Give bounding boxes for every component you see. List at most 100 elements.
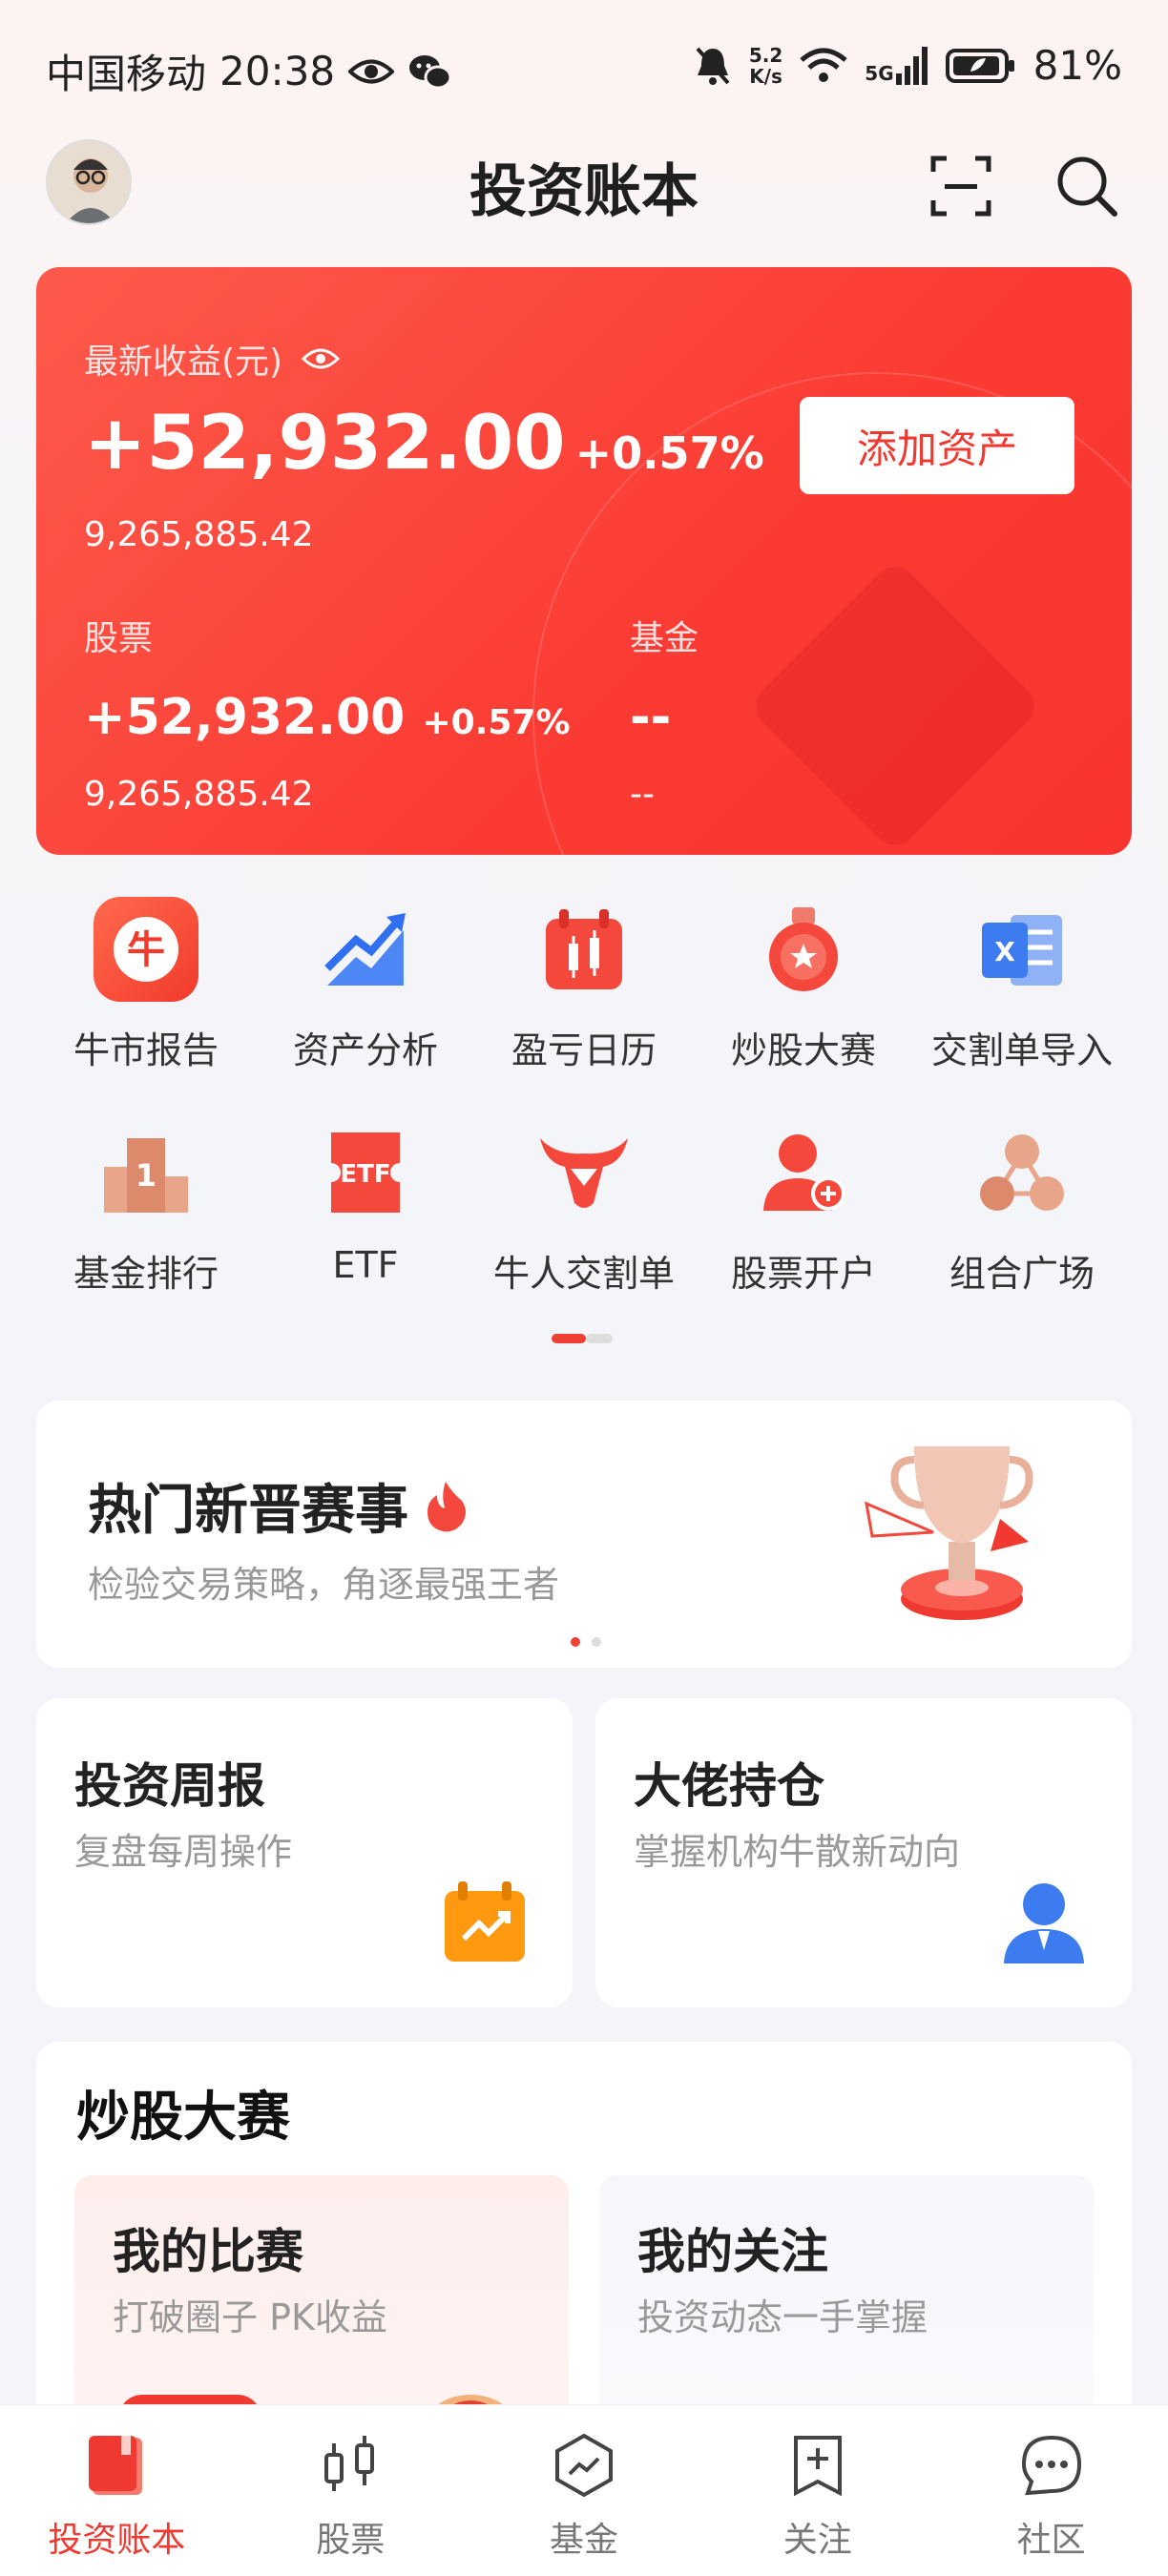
candlestick-icon: [324, 2436, 375, 2491]
card-subtitle: 掌握机构牛散新动向: [634, 1831, 961, 1873]
nav-funds[interactable]: 基金: [468, 2405, 701, 2576]
shortcut-label: 基金排行: [73, 1253, 219, 1295]
bull-head-icon: [532, 1120, 636, 1225]
shortcut-portfolio-plaza[interactable]: 组合广场: [912, 1120, 1132, 1297]
card-subtitle: 复盘每周操作: [74, 1831, 293, 1873]
net-speed-unit: K/s: [749, 64, 782, 88]
shortcut-bull-report[interactable]: 牛 牛市报告: [36, 897, 256, 1073]
card-title: 我的比赛: [113, 2224, 303, 2279]
ledger-book-icon: [89, 2436, 143, 2495]
page-dot: [592, 1637, 601, 1647]
status-bar: 中国移动 20:38 5.2 K/s 5G 81%: [0, 0, 1168, 134]
weekly-report-card[interactable]: 投资周报 复盘每周操作: [36, 1698, 573, 2007]
banner-page-indicator: [571, 1637, 601, 1647]
card-title: 大佬持仓: [634, 1758, 824, 1814]
shortcut-contest[interactable]: 炒股大赛: [694, 897, 913, 1073]
total-profit-value: +52,932.00: [84, 401, 566, 487]
shortcut-label: 牛人交割单: [492, 1253, 675, 1295]
funds-profit: --: [630, 689, 672, 746]
shortcut-asset-analysis[interactable]: 资产分析: [256, 897, 475, 1073]
page-dot-active: [552, 1334, 586, 1343]
nav-label: 投资账本: [48, 2521, 186, 2560]
shortcut-label: 股票开户: [730, 1253, 876, 1295]
shortcut-label: 资产分析: [292, 1029, 438, 1071]
shortcut-fund-ranking[interactable]: 1 基金排行: [36, 1120, 256, 1297]
clock: 20:38: [219, 48, 336, 94]
shortcut-label: 盈亏日历: [511, 1029, 657, 1071]
net-speed-value: 5.2: [748, 43, 783, 67]
bottom-nav: 投资账本 股票 基金 关注 社区: [0, 2404, 1168, 2576]
nav-stocks[interactable]: 股票: [234, 2405, 468, 2576]
open-account-icon: [751, 1120, 856, 1225]
profit-label-row: 最新收益(元): [84, 334, 341, 384]
asset-summary-card[interactable]: 最新收益(元) +52,932.00 +0.57% 9,265,885.42 添加…: [36, 267, 1132, 855]
section-title: 炒股大赛: [76, 2087, 290, 2149]
shortcut-profit-calendar[interactable]: 盈亏日历: [474, 897, 694, 1073]
bull-report-icon: 牛: [94, 897, 198, 1002]
stocks-assets: 9,265,885.42: [84, 775, 314, 814]
search-icon[interactable]: [1053, 153, 1120, 219]
shortcut-etf[interactable]: ETF ETF: [256, 1120, 475, 1286]
fund-ranking-icon: 1: [94, 1120, 198, 1225]
wechat-icon: [409, 54, 452, 89]
add-asset-button[interactable]: 添加资产: [800, 397, 1074, 494]
grid-page-indicator: [552, 1334, 613, 1343]
shortcut-bull-trades[interactable]: 牛人交割单: [474, 1120, 694, 1297]
portfolio-plaza-icon: [970, 1120, 1074, 1225]
shortcut-excel-import[interactable]: X 交割单导入: [912, 897, 1132, 1073]
card-subtitle: 投资动态一手掌握: [637, 2296, 928, 2338]
shortcut-label: ETF: [332, 1244, 399, 1286]
status-right: 5.2 K/s 5G 81%: [694, 42, 1122, 89]
banner-title-row: 热门新晋赛事: [88, 1467, 468, 1545]
nav-label: 社区: [1016, 2521, 1086, 2560]
hot-contest-banner[interactable]: 热门新晋赛事 检验交易策略，角逐最强王者: [36, 1401, 1132, 1668]
weekly-report-icon: [445, 1881, 525, 1962]
network-type: 5G: [865, 61, 894, 85]
investor-person-icon: [1004, 1883, 1084, 1963]
nav-invest-ledger[interactable]: 投资账本: [0, 2405, 234, 2576]
battery-level: 81%: [1032, 42, 1122, 89]
shortcut-label: 牛市报告: [73, 1029, 219, 1071]
stocks-profit-value: +52,932.00: [84, 689, 406, 746]
funds-assets: --: [630, 775, 655, 814]
scan-icon[interactable]: [928, 153, 994, 219]
card-subtitle: 打破圈子 PK收益: [113, 2296, 387, 2338]
svg-text:X: X: [994, 936, 1015, 967]
signal-bars-icon: [895, 46, 928, 85]
funds-label: 基金: [630, 619, 699, 658]
shortcut-open-account[interactable]: 股票开户: [694, 1120, 913, 1297]
svg-text:ETF: ETF: [340, 1160, 390, 1189]
profit-label: 最新收益(元): [84, 343, 283, 382]
etf-ticket-icon: ETF: [313, 1120, 418, 1225]
svg-text:1: 1: [136, 1157, 156, 1194]
shortcut-label: 炒股大赛: [730, 1029, 876, 1071]
bookmark-add-icon: [793, 2436, 842, 2497]
shortcut-label: 组合广场: [949, 1253, 1095, 1295]
stocks-summary[interactable]: 股票 +52,932.00 +0.57% 9,265,885.42: [84, 611, 571, 814]
asset-analysis-icon: [313, 897, 418, 1002]
fund-hexagon-icon: [554, 2433, 613, 2498]
big-holders-card[interactable]: 大佬持仓 掌握机构牛散新动向: [595, 1698, 1132, 2007]
net-speed: 5.2 K/s: [749, 45, 782, 87]
svg-text:牛: 牛: [127, 928, 165, 972]
chat-bubble-icon: [1021, 2435, 1081, 2496]
card-title: 我的关注: [637, 2224, 828, 2279]
funds-summary[interactable]: 基金 -- --: [630, 611, 699, 814]
nav-label: 股票: [316, 2521, 386, 2560]
stocks-profit-percent: +0.57%: [422, 703, 571, 742]
trophy-icon: [865, 1446, 1033, 1620]
contest-medal-icon: [751, 897, 856, 1002]
shortcut-label: 交割单导入: [930, 1029, 1113, 1071]
profit-calendar-icon: [532, 897, 636, 1002]
nav-watchlist[interactable]: 关注: [700, 2405, 934, 2576]
status-left: 中国移动 20:38: [46, 42, 452, 100]
eye-toggle-icon[interactable]: [302, 345, 341, 372]
nav-community[interactable]: 社区: [934, 2405, 1168, 2576]
banner-subtitle: 检验交易策略，角逐最强王者: [88, 1564, 560, 1606]
fire-icon: [428, 1481, 466, 1531]
total-profit: +52,932.00 +0.57%: [84, 401, 764, 487]
mute-bell-icon: [696, 47, 730, 85]
stocks-profit: +52,932.00 +0.57%: [84, 689, 571, 746]
page-dot: [586, 1334, 613, 1343]
nav-label: 关注: [782, 2521, 852, 2560]
